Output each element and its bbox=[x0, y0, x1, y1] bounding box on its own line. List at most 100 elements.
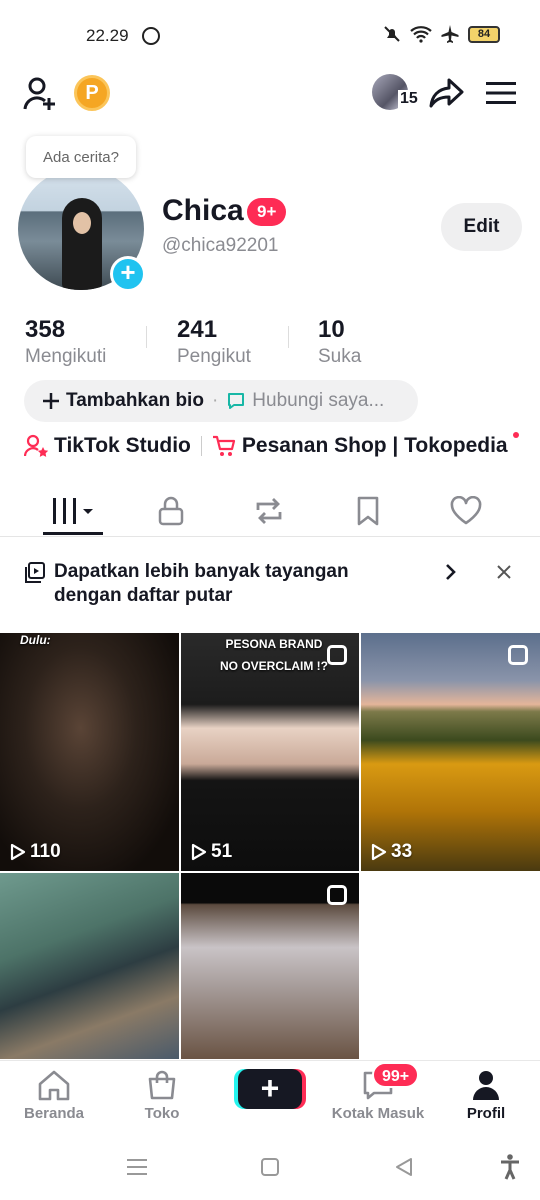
stat-value: 241 bbox=[177, 316, 218, 343]
status-icons: 84 bbox=[382, 24, 500, 44]
home-system-icon[interactable] bbox=[260, 1157, 280, 1177]
lock-icon bbox=[158, 496, 184, 526]
divider bbox=[200, 436, 202, 456]
video-thumbnail-3[interactable]: 33 bbox=[361, 633, 540, 871]
divider bbox=[146, 326, 147, 348]
inbox-badge: 99+ bbox=[372, 1062, 420, 1088]
stat-label: Pengikut bbox=[177, 346, 251, 367]
play-icon bbox=[10, 843, 26, 861]
active-tab-indicator bbox=[43, 532, 103, 535]
cart-icon bbox=[212, 435, 235, 456]
stat-followers[interactable]: 241 Pengikut bbox=[177, 316, 251, 368]
play-icon bbox=[191, 843, 207, 861]
stat-likes[interactable]: 10 Suka bbox=[318, 316, 361, 368]
wifi-icon bbox=[410, 26, 432, 43]
tab-private[interactable] bbox=[117, 486, 225, 536]
airplane-icon bbox=[441, 25, 459, 43]
create-button[interactable]: + bbox=[238, 1069, 302, 1109]
stat-following[interactable]: 358 Mengikuti bbox=[25, 316, 106, 368]
stat-value: 358 bbox=[25, 316, 66, 343]
video-overlay-text: Dulu: bbox=[20, 633, 51, 647]
stat-label: Suka bbox=[318, 346, 362, 367]
view-count: 33 bbox=[371, 841, 412, 863]
divider bbox=[0, 536, 540, 537]
studio-icon bbox=[24, 434, 49, 457]
playlist-close-button[interactable] bbox=[496, 564, 512, 585]
chevron-right-icon bbox=[446, 564, 456, 580]
friends-count: 15 bbox=[398, 90, 420, 108]
video-overlay-text: PESONA BRAND NO OVERCLAIM !? bbox=[220, 637, 328, 673]
edit-profile-button[interactable]: Edit bbox=[441, 203, 522, 251]
view-count-value: 33 bbox=[391, 841, 413, 862]
nav-shop[interactable]: Toko bbox=[108, 1069, 216, 1122]
video-thumbnail-1[interactable]: Dulu: 110 bbox=[0, 633, 179, 871]
profile-links: TikTok Studio Pesanan Shop | Tokopedia bbox=[24, 434, 508, 458]
playlist-open-button[interactable] bbox=[444, 563, 458, 586]
accessibility-icon[interactable] bbox=[500, 1154, 520, 1180]
playlist-banner-text: Dapatkan lebih banyak tayangan dengan da… bbox=[54, 561, 349, 606]
nav-shop-label: Toko bbox=[144, 1105, 180, 1122]
share-icon bbox=[429, 78, 464, 108]
playlist-icon bbox=[25, 562, 45, 583]
add-story-button[interactable]: + bbox=[110, 256, 146, 292]
view-count: 51 bbox=[191, 841, 232, 863]
profile-handle: @chica92201 bbox=[162, 235, 279, 256]
video-thumbnail-4[interactable] bbox=[0, 873, 179, 1059]
mute-icon bbox=[384, 26, 400, 42]
home-icon bbox=[38, 1070, 70, 1101]
nav-home-label: Beranda bbox=[23, 1105, 85, 1122]
nav-profile[interactable]: Profil bbox=[432, 1069, 540, 1122]
add-person-icon bbox=[23, 77, 55, 110]
battery-indicator: 84 bbox=[468, 25, 500, 43]
view-count: 110 bbox=[10, 841, 61, 863]
story-prompt-bubble[interactable]: Ada cerita? bbox=[26, 136, 136, 178]
video-thumbnail-2[interactable]: PESONA BRAND NO OVERCLAIM !? 51 bbox=[181, 633, 359, 871]
bio-row: Tambahkan bio · Hubungi saya... bbox=[24, 380, 418, 422]
add-friend-button[interactable] bbox=[20, 74, 60, 114]
divider bbox=[288, 326, 289, 348]
status-time: 22.29 bbox=[86, 26, 129, 45]
recent-apps-icon[interactable] bbox=[126, 1157, 148, 1177]
tab-videos[interactable] bbox=[20, 486, 128, 536]
stat-value: 10 bbox=[318, 316, 345, 343]
status-bar: 22.29 84 bbox=[0, 0, 540, 72]
heart-icon bbox=[450, 496, 482, 525]
view-count-value: 110 bbox=[30, 841, 61, 862]
back-icon[interactable] bbox=[394, 1157, 414, 1177]
profile-name: Chica bbox=[162, 194, 244, 227]
stat-label: Mengikuti bbox=[25, 346, 107, 367]
profile-icon bbox=[473, 1071, 499, 1100]
notification-dot bbox=[513, 432, 519, 438]
bookmark-icon bbox=[357, 496, 379, 526]
shopping-bag-icon bbox=[148, 1070, 176, 1100]
tiktok-studio-link[interactable]: TikTok Studio bbox=[54, 434, 191, 458]
add-bio-button[interactable]: Tambahkan bio bbox=[66, 390, 204, 412]
grid-icon bbox=[53, 498, 93, 524]
play-icon bbox=[371, 843, 387, 861]
whatsapp-icon bbox=[142, 27, 160, 45]
video-thumbnail-5[interactable] bbox=[181, 873, 359, 1059]
message-icon bbox=[228, 393, 245, 409]
photo-carousel-icon bbox=[327, 885, 347, 905]
photo-carousel-icon bbox=[508, 645, 528, 665]
nav-inbox-label: Kotak Masuk bbox=[331, 1105, 425, 1122]
menu-button[interactable] bbox=[484, 76, 518, 110]
plus-icon bbox=[43, 393, 59, 409]
repost-icon bbox=[256, 498, 282, 524]
tab-liked[interactable] bbox=[412, 486, 520, 536]
hamburger-icon bbox=[486, 82, 516, 104]
coin-button[interactable]: P bbox=[74, 75, 110, 111]
close-icon bbox=[497, 565, 511, 579]
nav-profile-label: Profil bbox=[466, 1105, 506, 1122]
name-badge[interactable]: 9+ bbox=[247, 198, 287, 226]
contact-button[interactable]: Hubungi saya... bbox=[252, 390, 384, 412]
shop-orders-link[interactable]: Pesanan Shop | Tokopedia bbox=[242, 434, 508, 458]
nav-home[interactable]: Beranda bbox=[0, 1069, 108, 1122]
bio-separator: · bbox=[211, 390, 219, 411]
tab-saved[interactable] bbox=[314, 486, 422, 536]
view-count-value: 51 bbox=[211, 841, 233, 862]
system-navigation-bar bbox=[0, 1140, 540, 1200]
photo-carousel-icon bbox=[327, 645, 347, 665]
share-profile-button[interactable] bbox=[428, 74, 466, 112]
tab-reposts[interactable] bbox=[215, 486, 323, 536]
